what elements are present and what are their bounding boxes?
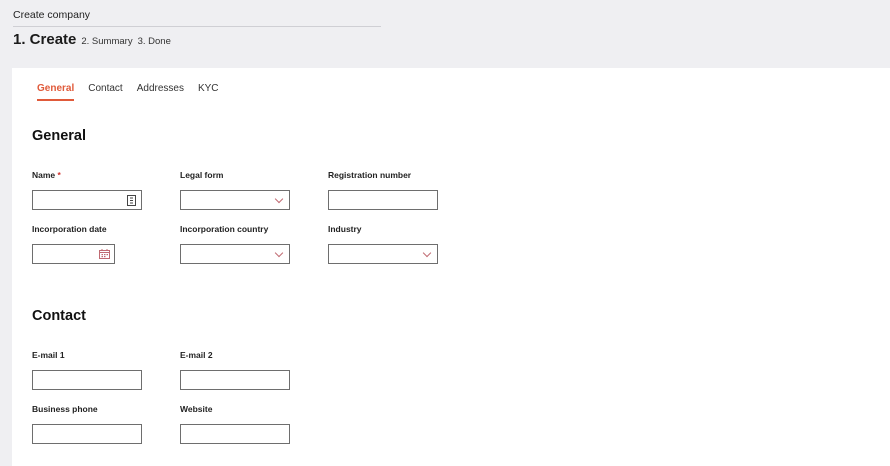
form-panel: General Contact Addresses KYC General Na… <box>12 68 890 466</box>
name-field-group: Name * <box>32 170 144 210</box>
page-header: Create company 1. Create 2. Summary 3. D… <box>0 0 890 68</box>
tab-general[interactable]: General <box>37 83 75 101</box>
chevron-down-icon <box>274 248 284 258</box>
legal-form-select[interactable] <box>180 190 290 210</box>
tab-bar: General Contact Addresses KYC <box>37 83 219 101</box>
required-marker: * <box>57 170 61 180</box>
registration-number-field-group: Registration number <box>328 170 440 210</box>
tab-kyc[interactable]: KYC <box>198 83 219 101</box>
legal-form-field-group: Legal form <box>180 170 292 210</box>
industry-label: Industry <box>328 224 362 234</box>
registration-number-label: Registration number <box>328 170 412 180</box>
email2-input[interactable] <box>180 370 290 390</box>
incorporation-country-label: Incorporation country <box>180 224 269 234</box>
name-input[interactable] <box>32 190 142 210</box>
tab-addresses[interactable]: Addresses <box>137 83 184 101</box>
name-label: Name * <box>32 170 61 180</box>
industry-field-group: Industry <box>328 224 440 264</box>
tab-contact[interactable]: Contact <box>88 83 122 101</box>
email2-label: E-mail 2 <box>180 350 213 360</box>
website-field-group: Website <box>180 404 292 444</box>
step-summary: 2. Summary <box>81 36 133 47</box>
website-label: Website <box>180 404 213 414</box>
contact-card-icon[interactable] <box>125 194 137 206</box>
section-title-contact: Contact <box>32 308 86 324</box>
website-input[interactable] <box>180 424 290 444</box>
calendar-icon[interactable] <box>98 248 110 260</box>
incorporation-country-select[interactable] <box>180 244 290 264</box>
legal-form-label: Legal form <box>180 170 224 180</box>
incorporation-date-field-group: Incorporation date <box>32 224 144 264</box>
email1-field-group: E-mail 1 <box>32 350 144 390</box>
section-title-general: General <box>32 128 86 144</box>
business-phone-field-group: Business phone <box>32 404 144 444</box>
incorporation-date-label: Incorporation date <box>32 224 107 234</box>
step-create: 1. Create <box>13 31 77 48</box>
industry-select[interactable] <box>328 244 438 264</box>
email1-input[interactable] <box>32 370 142 390</box>
incorporation-date-input[interactable] <box>32 244 115 264</box>
business-phone-label: Business phone <box>32 404 98 414</box>
business-phone-input[interactable] <box>32 424 142 444</box>
incorporation-country-field-group: Incorporation country <box>180 224 292 264</box>
wizard-steps: 1. Create 2. Summary 3. Done <box>13 31 171 48</box>
email2-field-group: E-mail 2 <box>180 350 292 390</box>
step-done: 3. Done <box>137 36 171 47</box>
page-title: Create company <box>13 9 381 27</box>
email1-label: E-mail 1 <box>32 350 65 360</box>
chevron-down-icon <box>422 248 432 258</box>
registration-number-input[interactable] <box>328 190 438 210</box>
chevron-down-icon <box>274 194 284 204</box>
